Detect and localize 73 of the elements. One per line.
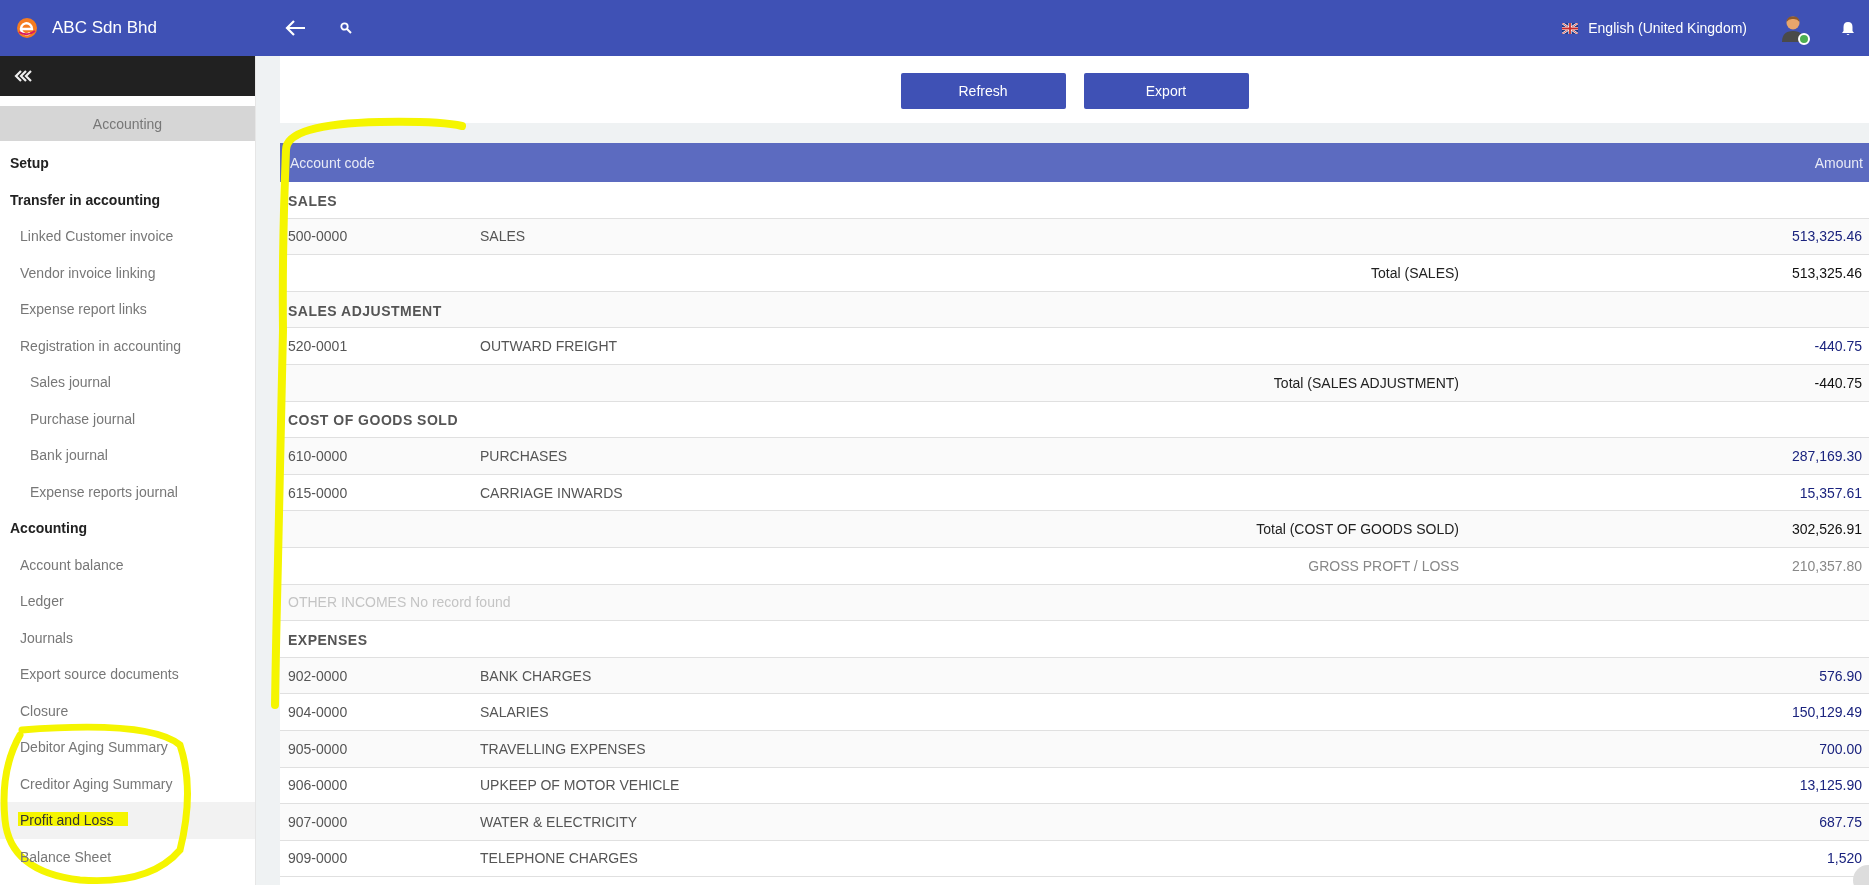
section-heading: SALES	[287, 191, 339, 209]
bell-icon[interactable]	[1841, 20, 1855, 36]
collapse-chevrons-icon[interactable]	[14, 70, 34, 82]
section-heading: COST OF GOODS SOLD	[287, 411, 459, 429]
sidebar-item[interactable]: Creditor Aging Summary	[0, 765, 255, 802]
flag-icon	[1562, 22, 1579, 34]
column-header[interactable]: Amount	[1814, 154, 1863, 171]
sidebar-item[interactable]: Expense reports journal	[0, 473, 255, 510]
account-name: UPKEEP OF MOTOR VEHICLE	[480, 777, 681, 794]
amount: 687.75	[1818, 813, 1863, 830]
account-name: SALES	[480, 228, 527, 245]
sidebar-item[interactable]: Bank journal	[0, 437, 255, 474]
amount: 700.00	[1818, 740, 1863, 757]
account-code: 909-0000	[287, 850, 349, 867]
total-amount: 210,357.80	[1790, 557, 1863, 574]
account-code: 615-0000	[287, 484, 349, 501]
total-label: Total (SALES)	[1370, 265, 1460, 281]
account-code: 904-0000	[287, 704, 349, 721]
account-code: 906-0000	[287, 777, 349, 794]
total-label: Total (SALES ADJUSTMENT)	[1272, 374, 1460, 391]
search-icon[interactable]	[340, 22, 352, 34]
section-heading: SALES ADJUSTMENT	[287, 301, 443, 319]
account-code: 520-0001	[287, 338, 349, 355]
account-name: TELEPHONE CHARGES	[480, 850, 639, 867]
refresh-button[interactable]: Refresh	[900, 72, 1066, 109]
total-label: GROSS PROFT / LOSS	[1307, 557, 1460, 574]
sidebar-item[interactable]: Linked Customer invoice	[0, 218, 255, 255]
sidebar-item[interactable]: Debitor Aging Summary	[0, 729, 255, 766]
sidebar-item[interactable]: Closure	[0, 692, 255, 729]
section-heading: EXPENSES	[287, 630, 369, 648]
account-name: OUTWARD FREIGHT	[480, 338, 619, 355]
account-name: CARRIAGE INWARDS	[480, 484, 624, 501]
account-name: WATER & ELECTRICITY	[480, 813, 639, 830]
sidebar-item[interactable]: Sales journal	[0, 364, 255, 401]
amount: 1,520	[1825, 850, 1863, 867]
amount: 13,125.90	[1798, 777, 1863, 794]
account-name: PURCHASES	[480, 447, 569, 464]
language-selector[interactable]: English (United Kingdom)	[1588, 20, 1747, 36]
total-amount: -440.75	[1813, 374, 1863, 391]
total-amount: 513,325.46	[1790, 265, 1863, 281]
sidebar-item[interactable]: Ledger	[0, 583, 255, 620]
amount: -440.75	[1813, 338, 1863, 355]
account-code: 907-0000	[287, 813, 349, 830]
account-code: 905-0000	[287, 740, 349, 757]
total-amount: 302,526.91	[1790, 521, 1863, 538]
amount: 150,129.49	[1790, 704, 1863, 721]
account-code: 902-0000	[287, 667, 349, 684]
back-arrow-icon[interactable]	[284, 19, 306, 37]
export-button[interactable]: Export	[1083, 72, 1249, 109]
sidebar-item[interactable]: Transfer in accounting	[0, 181, 255, 218]
amount: 287,169.30	[1790, 447, 1863, 464]
sidebar-item[interactable]: Journals	[0, 619, 255, 656]
section-title: Accounting	[0, 106, 255, 141]
account-code: 610-0000	[287, 447, 349, 464]
sidebar-item[interactable]: Expense report links	[0, 291, 255, 328]
column-header[interactable]: Account code	[290, 154, 375, 171]
account-name: BANK CHARGES	[480, 667, 593, 684]
amount: 513,325.46	[1790, 228, 1863, 245]
sidebar-item[interactable]: Registration in accounting	[0, 327, 255, 364]
sidebar-item[interactable]: Export source documents	[0, 656, 255, 693]
amount: 15,357.61	[1798, 484, 1863, 501]
sidebar-item[interactable]: Accounting	[0, 510, 255, 547]
company-name: ABC Sdn Bhd	[52, 18, 157, 38]
account-name: SALARIES	[480, 704, 550, 721]
account-name: TRAVELLING EXPENSES	[480, 740, 647, 757]
account-code: 500-0000	[287, 228, 349, 245]
sidebar-item[interactable]: Vendor invoice linking	[0, 254, 255, 291]
sidebar-item[interactable]: Purchase journal	[0, 400, 255, 437]
total-label: Total (COST OF GOODS SOLD)	[1255, 521, 1460, 538]
sidebar-item[interactable]: Setup	[0, 145, 255, 182]
logo-icon	[16, 17, 38, 39]
sidebar-item[interactable]: Account balance	[0, 546, 255, 583]
amount: 576.90	[1818, 667, 1863, 684]
